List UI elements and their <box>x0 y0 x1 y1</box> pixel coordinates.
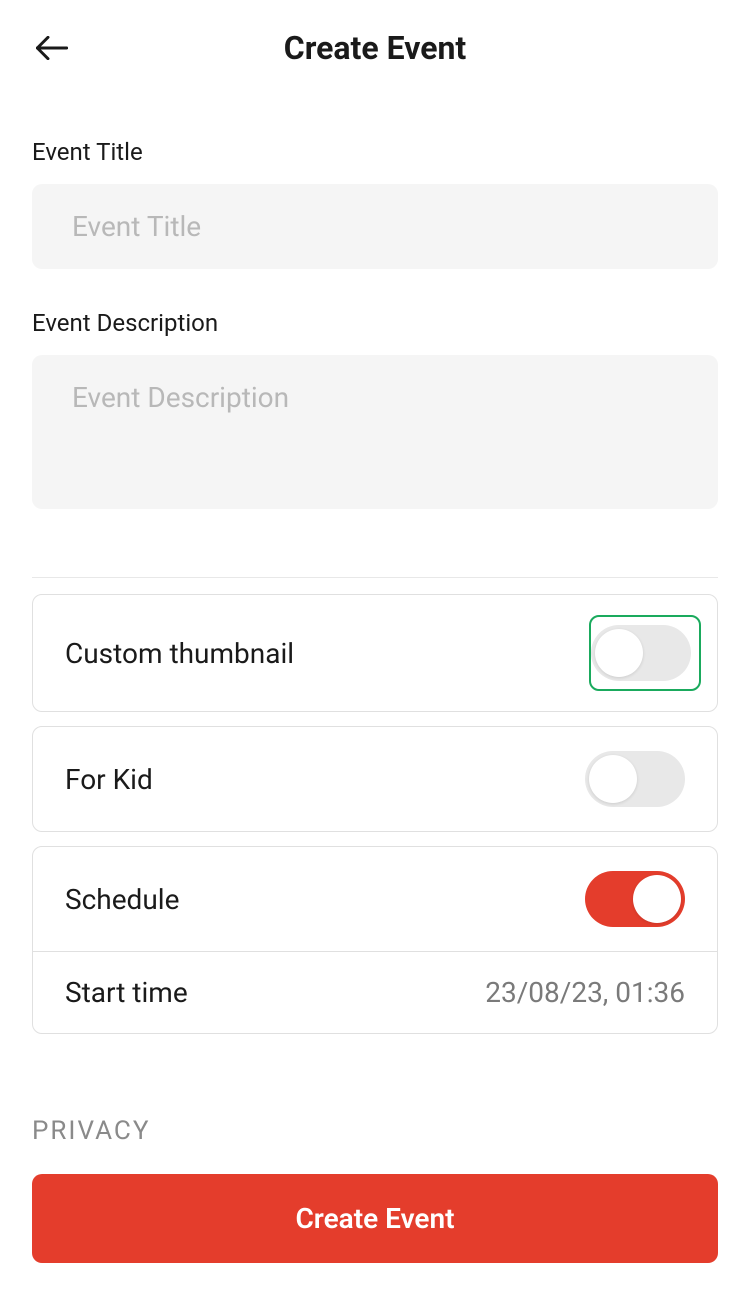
custom-thumbnail-label: Custom thumbnail <box>65 637 294 670</box>
for-kid-toggle[interactable] <box>585 751 685 807</box>
page-title: Create Event <box>72 29 678 67</box>
custom-thumbnail-toggle[interactable] <box>591 625 691 681</box>
create-event-button[interactable]: Create Event <box>32 1174 718 1263</box>
back-button[interactable] <box>32 28 72 68</box>
privacy-section-header: PRIVACY <box>32 1116 718 1146</box>
start-time-value: 23/08/23, 01:36 <box>485 976 685 1009</box>
start-time-row[interactable]: Start time 23/08/23, 01:36 <box>33 951 717 1033</box>
for-kid-label: For Kid <box>65 763 153 796</box>
for-kid-card: For Kid <box>32 726 718 832</box>
schedule-toggle[interactable] <box>585 871 685 927</box>
event-description-label: Event Description <box>32 309 718 337</box>
event-title-label: Event Title <box>32 138 718 166</box>
toggle-knob <box>595 629 643 677</box>
highlight-border <box>589 615 701 691</box>
toggle-knob <box>633 875 681 923</box>
start-time-label: Start time <box>65 976 188 1009</box>
event-title-input[interactable] <box>32 184 718 269</box>
schedule-card: Schedule Start time 23/08/23, 01:36 <box>32 846 718 1034</box>
header: Create Event <box>0 0 750 98</box>
schedule-label: Schedule <box>65 883 179 916</box>
divider <box>32 577 718 578</box>
custom-thumbnail-card: Custom thumbnail <box>32 594 718 712</box>
event-description-group: Event Description <box>32 309 718 513</box>
bottom-bar: Create Event <box>0 1154 750 1295</box>
arrow-left-icon <box>36 36 68 60</box>
event-title-group: Event Title <box>32 138 718 269</box>
toggle-knob <box>589 755 637 803</box>
event-description-input[interactable] <box>32 355 718 509</box>
